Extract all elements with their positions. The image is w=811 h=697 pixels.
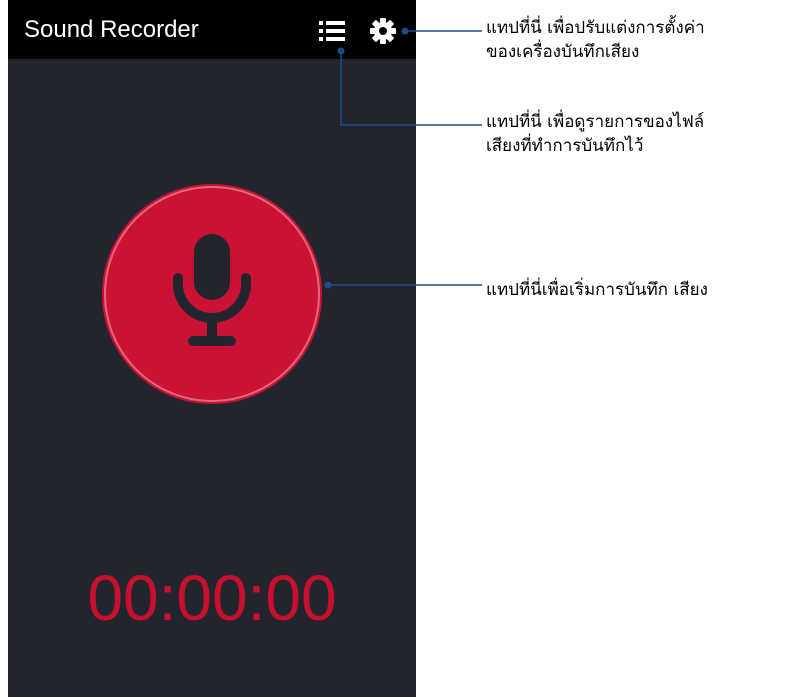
record-annotation-line1: แทปที่นี่เพื่อเริ่มการบันทึก เสียง bbox=[486, 280, 708, 300]
list-annotation-line1: แทปที่นี่ เพื่อดูรายการของไฟล์ bbox=[486, 112, 705, 132]
recordings-list-button[interactable] bbox=[317, 16, 347, 46]
app-bar: Sound Recorder bbox=[8, 0, 416, 59]
app-title: Sound Recorder bbox=[24, 16, 199, 43]
list-annotation-line2: เสียงที่ทำการบันทึกไว้ bbox=[486, 136, 644, 156]
settings-annotation: แทปที่นี่ เพื่อปรับแต่งการตั้งค่า ของเคร… bbox=[486, 16, 705, 64]
settings-annotation-line2: ของเครื่องบันทึกเสียง bbox=[486, 42, 640, 62]
settings-button[interactable] bbox=[368, 16, 398, 46]
record-button[interactable] bbox=[102, 184, 322, 404]
record-annotation: แทปที่นี่เพื่อเริ่มการบันทึก เสียง bbox=[486, 278, 708, 302]
list-icon bbox=[319, 21, 345, 41]
list-annotation: แทปที่นี่ เพื่อดูรายการของไฟล์ เสียงที่ท… bbox=[486, 110, 704, 158]
gear-icon bbox=[370, 18, 396, 44]
recording-timer: 00:00:00 bbox=[87, 562, 337, 634]
microphone-icon bbox=[173, 234, 251, 346]
settings-annotation-line1: แทปที่นี่ เพื่อปรับแต่งการตั้งค่า bbox=[486, 18, 705, 38]
sound-recorder-screen: Sound Recorder 00:00:00 bbox=[8, 0, 416, 697]
